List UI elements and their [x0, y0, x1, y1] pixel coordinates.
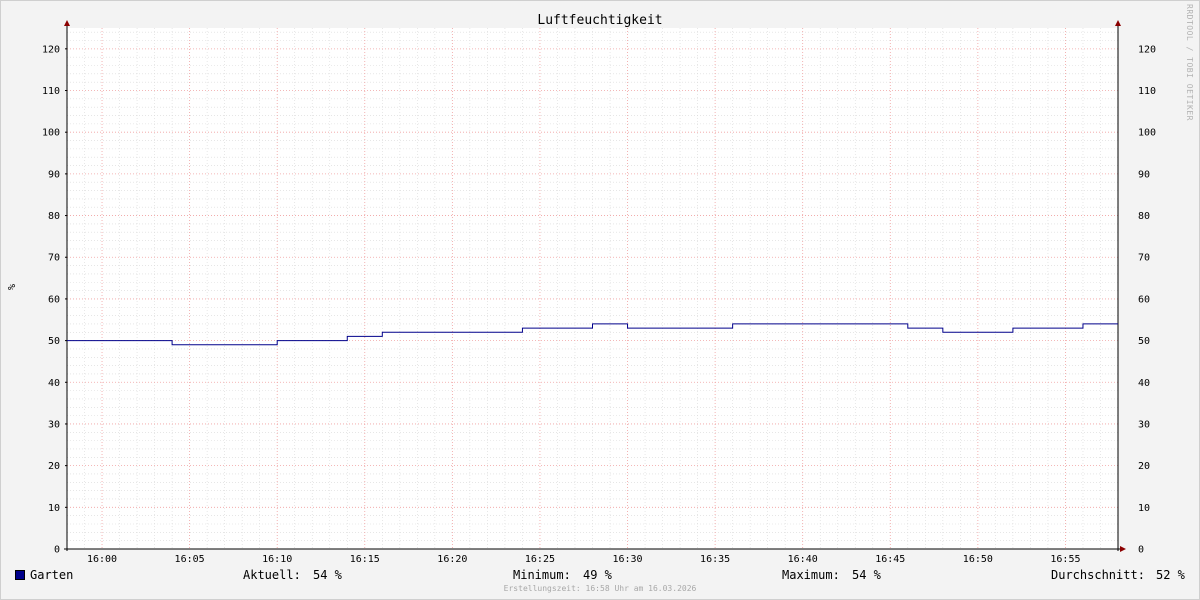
x-tick-label: 16:40: [788, 554, 818, 565]
x-tick-label: 16:00: [87, 554, 117, 565]
watermark: RRDTOOL / TOBI OETIKER: [1185, 4, 1194, 121]
legend-current-value: 54 %: [313, 568, 342, 582]
y-axis-arrow-left: [64, 20, 70, 26]
y-tick-label-right: 30: [1138, 419, 1150, 430]
y-tick-label-right: 80: [1138, 211, 1150, 222]
y-tick-label-left: 110: [42, 86, 60, 97]
y-tick-label-right: 50: [1138, 336, 1150, 347]
y-tick-label-left: 90: [48, 169, 60, 180]
legend-series-name: Garten: [30, 568, 74, 582]
legend-swatch-garten: [15, 570, 25, 580]
x-tick-label: 16:35: [700, 554, 730, 565]
grid: [66, 28, 1119, 549]
x-tick-label: 16:15: [350, 554, 380, 565]
x-tick-label: 16:10: [262, 554, 292, 565]
y-tick-label-left: 100: [42, 128, 60, 139]
legend-min-value: 49 %: [583, 568, 612, 582]
y-tick-label-left: 20: [48, 461, 60, 472]
x-tick-label: 16:30: [612, 554, 642, 565]
y-axis-arrow-right: [1115, 20, 1121, 26]
x-tick-label: 16:50: [963, 554, 993, 565]
legend-avg-value: 52 %: [1156, 568, 1185, 582]
x-tick-label: 16:20: [437, 554, 467, 565]
x-tick-label: 16:55: [1050, 554, 1080, 565]
y-tick-label-right: 90: [1138, 169, 1150, 180]
y-tick-labels-right: 0 10 20 30 40 50 60 70 80 90 100 110 120: [1138, 44, 1156, 555]
y-tick-label-left: 50: [48, 336, 60, 347]
x-axis-arrow: [1120, 546, 1126, 552]
y-tick-label-right: 110: [1138, 86, 1156, 97]
y-tick-label-right: 20: [1138, 461, 1150, 472]
legend-max-label: Maximum:: [782, 568, 840, 582]
legend-avg-label: Durchschnitt:: [1051, 568, 1145, 582]
y-tick-label-left: 40: [48, 378, 60, 389]
y-tick-label-right: 70: [1138, 253, 1150, 264]
x-tick-label: 16:25: [525, 554, 555, 565]
y-tick-label-left: 0: [54, 545, 60, 556]
y-tick-label-left: 10: [48, 503, 60, 514]
y-tick-label-left: 120: [42, 44, 60, 55]
y-tick-label-right: 120: [1138, 44, 1156, 55]
y-tick-label-right: 100: [1138, 128, 1156, 139]
y-axis-label-left: %: [5, 284, 16, 290]
legend-max-value: 54 %: [852, 568, 881, 582]
chart-title: Luftfeuchtigkeit: [537, 13, 662, 28]
y-tick-label-left: 30: [48, 419, 60, 430]
x-tick-label: 16:05: [175, 554, 205, 565]
legend-min-label: Minimum:: [513, 568, 571, 582]
y-tick-label-right: 10: [1138, 503, 1150, 514]
footer-timestamp: Erstellungszeit: 16:58 Uhr am 16.03.2026: [503, 584, 697, 593]
y-tick-label-left: 70: [48, 253, 60, 264]
y-tick-label-right: 40: [1138, 378, 1150, 389]
y-tick-label-left: 60: [48, 294, 60, 305]
x-tick-labels: 16:00 16:05 16:10 16:15 16:20 16:25 16:30 16:35…: [87, 554, 1081, 565]
legend-current-label: Aktuell:: [243, 568, 301, 582]
y-tick-label-left: 80: [48, 211, 60, 222]
humidity-chart: Luftfeuchtigkeit 01020304050607080901001…: [5, 13, 1156, 565]
y-tick-label-right: 0: [1138, 545, 1144, 556]
y-tick-labels-left: 0 10 20 30 40 50 60 70 80 90 100 110 120: [42, 44, 60, 555]
y-tick-label-right: 60: [1138, 294, 1150, 305]
x-tick-label: 16:45: [875, 554, 905, 565]
